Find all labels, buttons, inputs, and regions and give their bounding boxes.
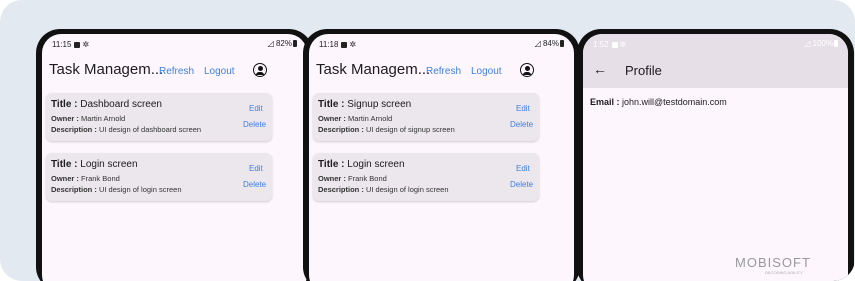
- email-label: Email :: [590, 97, 620, 107]
- status-time: 11:18: [319, 40, 339, 49]
- status-time: 11:15: [52, 40, 72, 49]
- delete-button[interactable]: Delete: [510, 180, 533, 189]
- task-title: Login screen: [347, 159, 405, 170]
- notification-icon: [341, 41, 348, 48]
- task-description: UI design of signup screen: [365, 125, 455, 134]
- task-owner: Martin Arnold: [81, 114, 126, 123]
- title-label: Title :: [51, 159, 78, 170]
- signal-icon: ◿: [804, 39, 811, 48]
- settings-icon: ✲: [82, 40, 90, 49]
- battery-percent: 82%: [275, 39, 292, 48]
- description-label: Description :: [51, 125, 97, 134]
- task-owner: Martin Arnold: [348, 114, 393, 123]
- task-card: Title : Signup screen Owner : Martin Arn…: [313, 93, 539, 141]
- battery-icon: [293, 40, 297, 48]
- battery-percent: 84%: [542, 39, 559, 48]
- settings-icon: ✲: [619, 40, 627, 49]
- logo-tagline: DECODING AGILITY: [765, 270, 803, 275]
- battery-icon: [560, 40, 564, 48]
- showcase-panel: 11:15 ✲ ◿ 82% Task Managem... Refresh Log…: [0, 0, 855, 281]
- owner-label: Owner :: [51, 174, 79, 183]
- logout-button[interactable]: Logout: [471, 66, 502, 77]
- notification-icon: [611, 41, 618, 48]
- notification-icon: [74, 41, 81, 48]
- title-label: Title :: [318, 99, 345, 110]
- task-card: Title : Login screen Owner : Frank Bond …: [46, 153, 272, 201]
- owner-label: Owner :: [318, 114, 346, 123]
- back-arrow-icon[interactable]: ←: [593, 61, 607, 77]
- description-label: Description :: [318, 125, 364, 134]
- status-bar: 11:15 ✲ ◿ 82%: [42, 34, 307, 54]
- app-bar: Task Managem... Refresh Logout: [309, 54, 574, 88]
- refresh-button[interactable]: Refresh: [426, 66, 461, 77]
- delete-button[interactable]: Delete: [243, 120, 266, 129]
- edit-button[interactable]: Edit: [249, 104, 263, 113]
- page-title: Profile: [625, 63, 662, 78]
- description-label: Description :: [318, 185, 364, 194]
- edit-button[interactable]: Edit: [249, 164, 263, 173]
- account-icon[interactable]: [520, 63, 534, 77]
- task-card: Title : Login screen Owner : Frank Bond …: [313, 153, 539, 201]
- task-title: Signup screen: [347, 99, 412, 110]
- title-label: Title :: [318, 159, 345, 170]
- task-description: UI design of dashboard screen: [98, 125, 202, 134]
- app-bar: Task Managem... Refresh Logout: [42, 54, 307, 88]
- phone-screen: 11:18 ✲ ◿ 84% Task Managem... Refresh Log…: [309, 34, 574, 281]
- phone-frame-profile: 1:52 ✲ ◿ 100% ← Profile Email : john.will…: [577, 29, 854, 281]
- logout-button[interactable]: Logout: [204, 66, 235, 77]
- settings-icon: ✲: [349, 40, 357, 49]
- owner-label: Owner :: [318, 174, 346, 183]
- account-icon[interactable]: [253, 63, 267, 77]
- task-title: Dashboard screen: [80, 99, 162, 110]
- status-bar: 1:52 ✲ ◿ 100%: [583, 34, 848, 54]
- status-bar: 11:18 ✲ ◿ 84%: [309, 34, 574, 54]
- task-description: UI design of login screen: [365, 185, 449, 194]
- task-owner: Frank Bond: [348, 174, 387, 183]
- mobisoft-logo: MOBISOFT: [735, 255, 811, 270]
- edit-button[interactable]: Edit: [516, 104, 530, 113]
- description-label: Description :: [51, 185, 97, 194]
- phone-frame-task-list-2: 11:18 ✲ ◿ 84% Task Managem... Refresh Log…: [303, 29, 580, 281]
- title-label: Title :: [51, 99, 78, 110]
- edit-button[interactable]: Edit: [516, 164, 530, 173]
- phone-screen: 1:52 ✲ ◿ 100% ← Profile Email : john.will…: [583, 34, 848, 281]
- app-title: Task Managem...: [49, 61, 164, 78]
- signal-icon: ◿: [267, 39, 274, 48]
- task-owner: Frank Bond: [81, 174, 120, 183]
- task-card: Title : Dashboard screen Owner : Martin …: [46, 93, 272, 141]
- delete-button[interactable]: Delete: [243, 180, 266, 189]
- profile-app-bar: 1:52 ✲ ◿ 100% ← Profile: [583, 34, 848, 88]
- refresh-button[interactable]: Refresh: [159, 66, 194, 77]
- owner-label: Owner :: [51, 114, 79, 123]
- phone-screen: 11:15 ✲ ◿ 82% Task Managem... Refresh Log…: [42, 34, 307, 281]
- delete-button[interactable]: Delete: [510, 120, 533, 129]
- app-title: Task Managem...: [316, 61, 431, 78]
- task-title: Login screen: [80, 159, 138, 170]
- battery-icon: [834, 40, 838, 48]
- email-value: john.will@testdomain.com: [622, 97, 727, 107]
- phone-frame-task-list-1: 11:15 ✲ ◿ 82% Task Managem... Refresh Log…: [36, 29, 313, 281]
- signal-icon: ◿: [534, 39, 541, 48]
- task-description: UI design of login screen: [98, 185, 182, 194]
- battery-percent: 100%: [812, 39, 833, 48]
- status-time: 1:52: [593, 40, 609, 49]
